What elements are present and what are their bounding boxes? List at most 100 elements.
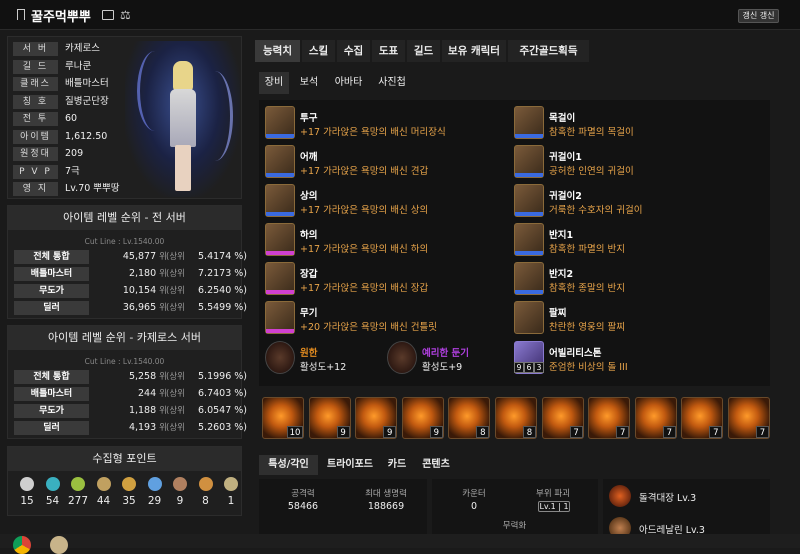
rank-percent: 7.2173 %) <box>198 268 247 279</box>
gem-level: 7 <box>756 426 769 438</box>
engraving-1: 돌격대장 Lv.3 <box>639 493 697 504</box>
tab-5[interactable]: 보유 캐릭터 <box>442 40 506 62</box>
gem-icon[interactable]: 10 <box>262 397 304 439</box>
equipment-slot-name: 귀걸이1 <box>549 152 582 163</box>
gem-icon[interactable]: 7 <box>588 397 631 439</box>
profile-value: Lv.70 뿌뿌땅 <box>65 183 120 194</box>
gem-icon[interactable]: 8 <box>495 397 537 439</box>
rank-value: 5,258 위 <box>92 370 167 384</box>
rank-percent: 6.0547 %) <box>198 405 247 416</box>
equipment-slot[interactable]: 어깨 +17 가라앉은 욕망의 배신 견갑 <box>265 145 505 179</box>
gem-icon[interactable]: 7 <box>681 397 724 439</box>
rank-row: 배틀마스터 244 위 (상위 6.7403 %) <box>8 386 247 402</box>
equipment-slot[interactable]: 장갑 +17 가라앉은 욕망의 배신 장갑 <box>265 262 505 296</box>
gem-level: 8 <box>476 426 490 438</box>
part-break-label: 부위 파괴 <box>536 489 570 499</box>
collection-value: 9 <box>176 495 184 507</box>
rank-all-cutline: Cut Line : Lv.1540.00 <box>84 237 165 246</box>
tab-4[interactable]: 길드 <box>407 40 440 62</box>
collection-value: 15 <box>20 495 34 507</box>
stone-level-badge: 3 <box>534 362 544 373</box>
subtab-2[interactable]: 카드 <box>382 455 412 475</box>
bookmark-icon[interactable] <box>17 9 25 20</box>
equipment-slot[interactable]: 팔찌 찬란한 영웅의 팔찌 <box>514 301 754 335</box>
equipment-icon <box>514 223 544 256</box>
extra-slot[interactable]: 어빌리티스톤 준엄한 비상의 돌 III 9 6 3 <box>514 341 714 375</box>
gem-icon[interactable]: 8 <box>448 397 491 439</box>
collection-item[interactable]: 29 <box>143 477 167 507</box>
profile-value: 209 <box>65 148 84 159</box>
equipment-slot[interactable]: 반지2 참혹한 종말의 반지 <box>514 262 754 296</box>
collection-item[interactable]: 277 <box>66 477 90 507</box>
subtab-3[interactable]: 사진첩 <box>372 72 412 94</box>
rank-value: 45,877 위 <box>92 250 167 264</box>
tab-2[interactable]: 수집 <box>337 40 370 62</box>
scale-icon[interactable]: ⚖ <box>120 8 131 22</box>
profile-label: 원정대 <box>13 147 58 161</box>
rank-all-title: 아이템 레벨 순위 - 전 서버 <box>8 206 241 230</box>
stone-level-badge: 6 <box>524 362 534 373</box>
tab-3[interactable]: 도표 <box>372 40 405 62</box>
collection-item[interactable]: 8 <box>194 477 218 507</box>
equipment-slot[interactable]: 귀걸이1 공허한 인연의 귀걸이 <box>514 145 754 179</box>
app-icon[interactable] <box>50 536 68 554</box>
rank-number: 2,180 <box>128 268 157 279</box>
equipment-slot[interactable]: 하의 +17 가라앉은 욕망의 배신 하의 <box>265 223 505 257</box>
collection-item[interactable]: 15 <box>15 477 39 507</box>
equipment-slot[interactable]: 투구 +17 가라앉은 욕망의 배신 머리장식 <box>265 106 505 140</box>
equipment-slot[interactable]: 반지1 참혹한 파멸의 반지 <box>514 223 754 257</box>
equipment-slot-name: 하의 <box>300 230 318 241</box>
equipment-slot[interactable]: 목걸이 참혹한 파멸의 목걸이 <box>514 106 754 140</box>
profile-value: 카제로스 <box>65 43 100 54</box>
equipment-slot[interactable]: 귀걸이2 거룩한 수호자의 귀걸이 <box>514 184 754 218</box>
gem-level: 7 <box>616 426 630 438</box>
collection-value: 29 <box>147 495 162 507</box>
collection-item[interactable]: 35 <box>117 477 141 507</box>
equipment-slot[interactable]: 무기 +20 가라앉은 욕망의 배신 건틀릿 <box>265 301 505 335</box>
subtab-1[interactable]: 트라이포드 <box>322 455 378 475</box>
extra-sub: 활성도+12 <box>300 362 347 373</box>
subtab-0[interactable]: 특성/각인 <box>259 455 318 475</box>
subtab-3[interactable]: 콘텐츠 <box>416 455 456 475</box>
sea-bounty-icon <box>224 477 238 491</box>
equipment-icon <box>265 145 295 178</box>
id-card-icon[interactable] <box>102 10 114 20</box>
gem-icon[interactable]: 7 <box>634 397 677 439</box>
equipment-icon <box>265 106 295 139</box>
tab-0[interactable]: 능력치 <box>255 40 300 62</box>
gem-icon[interactable]: 9 <box>355 397 398 439</box>
hp-value: 188669 <box>367 501 405 512</box>
profile-label: 칭 호 <box>13 94 58 109</box>
rank-number: 4,193 <box>128 422 157 433</box>
collection-item[interactable]: 9 <box>168 477 192 507</box>
gem-icon[interactable]: 7 <box>541 397 584 439</box>
refresh-button[interactable]: 갱신 갱신 <box>738 9 779 23</box>
collection-item[interactable]: 44 <box>92 477 116 507</box>
rank-row: 무도가 1,188 위 (상위 6.0547 %) <box>8 403 247 419</box>
counter-value: 0 <box>470 501 478 512</box>
collection-item[interactable]: 54 <box>41 477 65 507</box>
subtab-2[interactable]: 아바타 <box>329 72 368 94</box>
gem-icon[interactable]: 9 <box>401 397 444 439</box>
equipment-item-name: 공허한 인연의 귀걸이 <box>549 166 634 177</box>
subtab-0[interactable]: 장비 <box>259 72 289 94</box>
rank-percent: 5.4174 %) <box>198 251 247 262</box>
neutralize-label: 무력화 <box>502 521 527 531</box>
gem-icon[interactable]: 7 <box>728 397 770 439</box>
collection-item[interactable]: 1 <box>219 477 243 507</box>
equipment-slot-name: 반지1 <box>549 230 574 241</box>
rank-top-label: (상위 <box>166 286 185 296</box>
gem-level: 8 <box>523 426 536 438</box>
collection-panel: 수집형 포인트 15 54 277 44 35 29 9 8 1 <box>7 446 242 516</box>
gem-icon[interactable]: 9 <box>308 397 351 439</box>
tab-6[interactable]: 주간골드획득 <box>508 40 589 62</box>
equipment-icon <box>514 106 544 139</box>
chrome-icon[interactable] <box>13 536 31 554</box>
equipment-slot[interactable]: 상의 +17 가라앉은 욕망의 배신 상의 <box>265 184 505 218</box>
tab-1[interactable]: 스킬 <box>302 40 335 62</box>
rank-value: 10,154 위 <box>92 284 167 298</box>
part-break-value: Lv.1 | 1 <box>538 501 570 512</box>
subtab-1[interactable]: 보석 <box>293 72 325 94</box>
extra-name: 어빌리티스톤 <box>549 348 602 359</box>
rank-all-panel: 아이템 레벨 순위 - 전 서버 Cut Line : Lv.1540.00 전… <box>7 205 247 319</box>
